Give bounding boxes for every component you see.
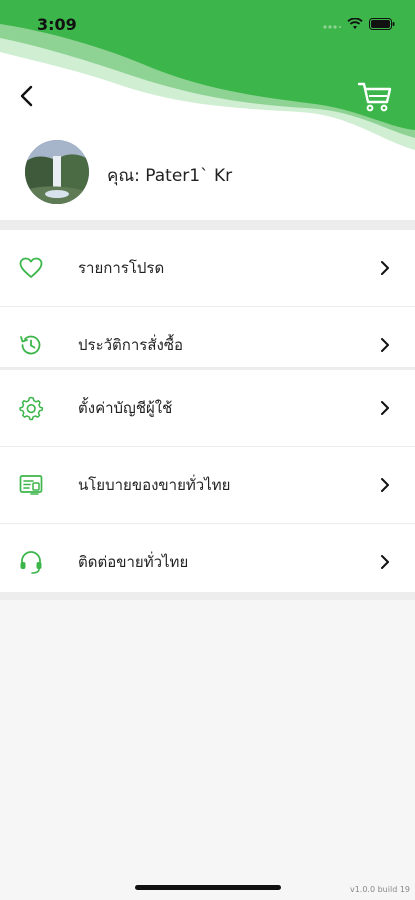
menu-item-label: ติดต่อขายทั่วไทย bbox=[78, 553, 189, 571]
chevron-right-icon bbox=[381, 555, 389, 569]
section-divider bbox=[0, 220, 415, 230]
profile-name: คุณ: Pater1` Kr bbox=[107, 166, 233, 186]
menu-item-label: รายการโปรด bbox=[78, 259, 165, 277]
waterfall-photo bbox=[25, 140, 89, 204]
menu-group-1: รายการโปรด ประวัติการสั่งซื้อ bbox=[0, 230, 415, 374]
chevron-right-icon bbox=[381, 478, 389, 492]
gear-icon bbox=[19, 396, 44, 421]
menu-item-label: ตั้งค่าบัญชีผู้ใช้ bbox=[78, 399, 173, 417]
chevron-left-icon bbox=[20, 85, 33, 107]
wifi-icon bbox=[347, 18, 363, 29]
battery-icon bbox=[369, 18, 395, 30]
chevron-right-icon bbox=[381, 338, 389, 352]
signal-icon bbox=[323, 25, 341, 29]
chevron-right-icon bbox=[381, 401, 389, 415]
cart-icon bbox=[357, 82, 392, 112]
heart-icon bbox=[19, 257, 43, 278]
menu-item-label: นโยบายของขายทั่วไทย bbox=[78, 476, 231, 494]
section-divider bbox=[0, 592, 415, 600]
headset-icon bbox=[20, 551, 42, 574]
policy-icon bbox=[19, 475, 43, 495]
header: 3:09 คุณ: Pater1` Kr bbox=[0, 0, 415, 220]
menu-item-label: ประวัติการสั่งซื้อ bbox=[78, 336, 184, 354]
menu-item-favorites[interactable]: รายการโปรด bbox=[0, 230, 415, 307]
status-bar: 3:09 bbox=[0, 0, 415, 54]
chevron-right-icon bbox=[381, 261, 389, 275]
status-icons bbox=[323, 18, 395, 30]
status-time: 3:09 bbox=[37, 15, 77, 34]
menu-item-policy[interactable]: นโยบายของขายทั่วไทย bbox=[0, 447, 415, 524]
home-indicator[interactable] bbox=[135, 885, 281, 890]
cart-button[interactable] bbox=[357, 78, 393, 114]
back-button[interactable] bbox=[10, 80, 42, 112]
history-icon bbox=[20, 335, 41, 355]
menu-item-account-settings[interactable]: ตั้งค่าบัญชีผู้ใช้ bbox=[0, 370, 415, 447]
menu-group-2: ตั้งค่าบัญชีผู้ใช้ นโยบายของขายทั่วไทย ต… bbox=[0, 370, 415, 592]
version-label: v1.0.0 build 19 bbox=[349, 885, 410, 894]
avatar[interactable] bbox=[25, 140, 89, 204]
menu-item-contact[interactable]: ติดต่อขายทั่วไทย bbox=[0, 524, 415, 600]
